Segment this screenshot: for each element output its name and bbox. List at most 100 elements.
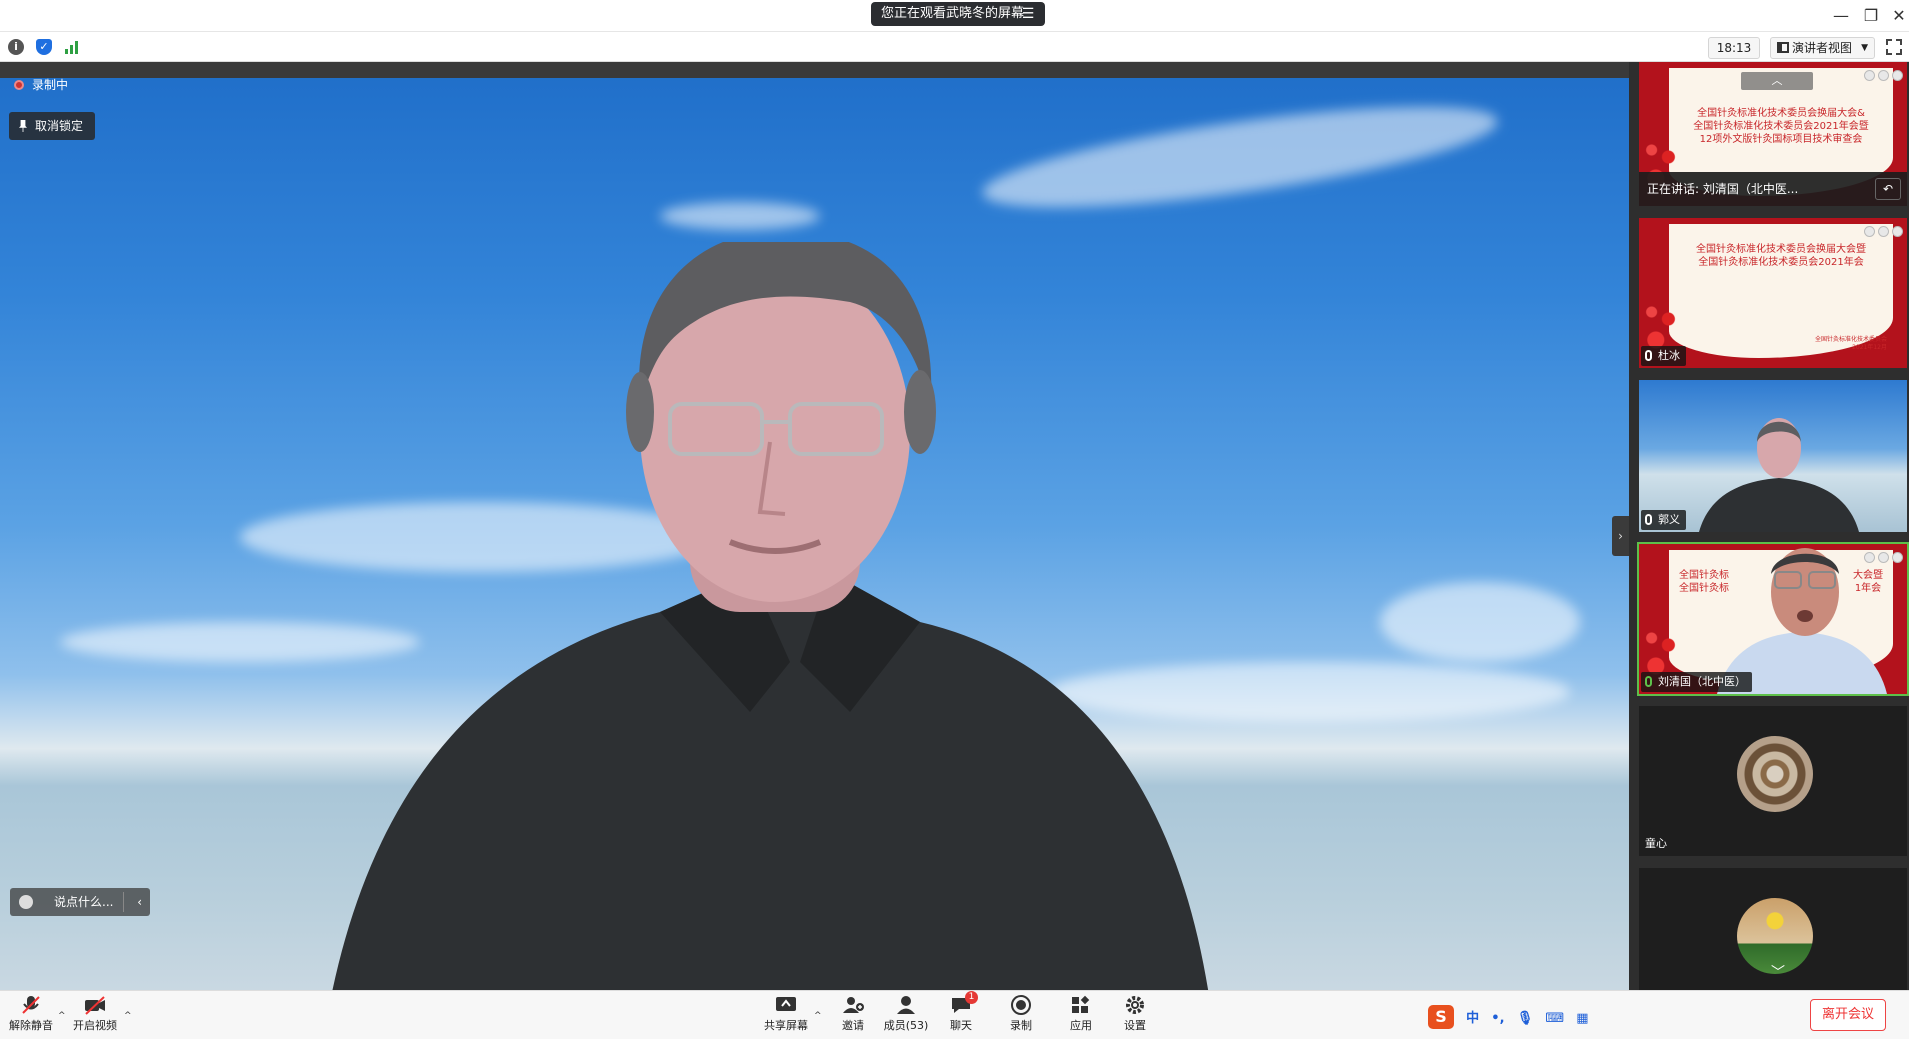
start-video-label: 开启视频 [73,1019,117,1032]
chat-button[interactable]: 1 聊天 [946,991,978,1033]
pin-icon [19,120,27,132]
slide-line: 全国针灸标准化技术委员会2021年会 [1698,257,1864,268]
microphone-muted-icon [20,995,42,1015]
chat-icon: 1 [950,991,978,1015]
speaker-person [332,242,1209,990]
members-label: 成员(53) [883,1019,929,1032]
recording-indicator: 录制中 [14,76,68,94]
audio-options-caret-icon[interactable]: ^ [58,1011,66,1021]
fullscreen-icon[interactable] [1886,39,1902,55]
gear-icon [1124,995,1146,1015]
speaker-view-icon [1777,42,1789,53]
microphone-icon [1645,514,1652,525]
meeting-info-bar: i ✓ 18:13 演讲者视图 ▼ [0,32,1909,62]
unpin-button[interactable]: 取消锁定 [9,112,95,140]
status-icon [1892,70,1903,81]
participant-tile[interactable]: 郭义 [1639,380,1907,532]
screen-share-banner[interactable]: 您正在观看武晓冬的屏幕 ☰ [871,2,1045,26]
participant-name: 杜冰 [1658,349,1680,362]
banner-menu-icon[interactable]: ☰ [1017,2,1039,26]
shield-icon[interactable]: ✓ [36,39,52,55]
settings-button[interactable]: 设置 [1120,995,1150,1033]
participant-name: 刘清国（北中医） [1658,675,1746,688]
chevron-down-icon: ▼ [1861,43,1868,53]
ime-keyboard-icon[interactable]: ⌨ [1545,1011,1564,1026]
share-options-caret-icon[interactable]: ^ [814,1011,822,1021]
record-dot-icon [14,80,24,90]
chat-unread-badge: 1 [965,991,978,1004]
unpin-label: 取消锁定 [35,119,84,133]
sogou-logo-icon[interactable]: S [1428,1005,1454,1029]
invite-button[interactable]: 邀请 [836,995,870,1033]
scroll-up-button[interactable]: ︿ [1741,72,1813,90]
microphone-icon [1645,350,1652,361]
tile-status-icons [1861,548,1903,567]
video-top-strip [0,62,1629,78]
members-icon [895,995,917,1015]
ime-language-toggle[interactable]: 中 [1466,1007,1479,1026]
divider [123,892,124,912]
slide-paper: 全国针灸标准化技术委员会换届大会暨 全国针灸标准化技术委员会2021年会 全国针… [1669,224,1893,358]
record-button[interactable]: 录制 [1006,995,1036,1033]
ime-voice-icon[interactable]: 🎙 [1517,1011,1534,1026]
signal-icon[interactable] [64,39,80,55]
participant-tile-active[interactable]: 全国针灸标 大会暨 全国针灸标 1年会 刘清国（北中医） [1637,542,1909,696]
title-bar: 您正在观看武晓冬的屏幕 ☰ — ❐ ✕ [0,0,1909,32]
status-icon [1864,552,1875,563]
minimize-button[interactable]: — [1826,4,1856,28]
main-video[interactable]: 录制中 取消锁定 说点什么... ‹ [0,62,1629,990]
cloud [977,86,1503,228]
restore-button[interactable]: ❐ [1856,4,1886,28]
participant-tile[interactable]: 全国针灸标准化技术委员会换届大会& 全国针灸标准化技术委员会2021年会暨 12… [1639,62,1907,206]
participant-name-tag: 刘清国（北中医） [1641,672,1752,692]
close-button[interactable]: ✕ [1884,4,1909,28]
quick-chat-input[interactable]: 说点什么... ‹ [10,888,150,916]
members-button[interactable]: 成员(53) [882,995,930,1033]
return-icon[interactable]: ↶ [1875,178,1901,200]
record-icon [1010,995,1032,1015]
smile-icon[interactable] [19,895,33,909]
active-speaker-bar: 正在讲话: 刘清国（北中医... ↶ [1639,172,1907,206]
input-method-toolbar[interactable]: S 中 •, 🎙 ⌨ ▦ [1428,1005,1597,1031]
tile-status-icons [1861,66,1903,85]
unmute-button[interactable]: 解除静音 [8,995,54,1033]
microphone-speaking-icon [1645,676,1652,687]
participant-name: 郭义 [1658,513,1680,526]
status-icon [1892,226,1903,237]
view-mode-button[interactable]: 演讲者视图 ▼ [1770,37,1875,59]
info-icon[interactable]: i [8,39,24,55]
status-icon [1878,226,1889,237]
apps-icon [1070,995,1092,1015]
video-options-caret-icon[interactable]: ^ [124,1011,132,1021]
share-screen-button[interactable]: 共享屏幕 [762,995,810,1033]
panel-toggle-button[interactable]: › [1612,516,1629,556]
participant-avatar [1737,736,1813,812]
chat-label: 聊天 [950,1019,972,1032]
participant-person [1699,418,1859,532]
record-label: 录制 [1010,1019,1032,1032]
settings-label: 设置 [1124,1019,1146,1032]
scroll-down-button[interactable]: ﹀ [1771,962,1785,982]
slide-footer: 2021年12月 [1852,344,1887,351]
share-screen-label: 共享屏幕 [764,1019,808,1032]
tile-status-icons [1861,222,1903,241]
apps-button[interactable]: 应用 [1066,995,1096,1033]
slide-footer: 全国针灸标准化技术委员会 [1814,336,1887,343]
ime-toolbox-icon[interactable]: ▦ [1576,1011,1588,1026]
invite-label: 邀请 [842,1019,864,1032]
slide-line: 全国针灸标准化技术委员会换届大会& [1697,108,1865,119]
status-icon [1892,552,1903,563]
status-icon [1864,70,1875,81]
ime-punctuation-icon[interactable]: •, [1491,1011,1504,1026]
recording-label: 录制中 [32,78,69,92]
collapse-arrow-icon[interactable]: ‹ [137,888,142,916]
participant-name-tag: 杜冰 [1641,346,1686,366]
leave-meeting-button[interactable]: 离开会议 [1810,999,1886,1031]
start-video-button[interactable]: 开启视频 [72,995,118,1033]
add-user-icon [842,995,864,1015]
cloud [1380,582,1580,662]
participant-tile[interactable]: 全国针灸标准化技术委员会换届大会暨 全国针灸标准化技术委员会2021年会 全国针… [1639,218,1907,368]
meeting-clock: 18:13 [1708,37,1760,59]
participant-tile[interactable]: 童心 [1639,706,1907,856]
status-icon [1864,226,1875,237]
